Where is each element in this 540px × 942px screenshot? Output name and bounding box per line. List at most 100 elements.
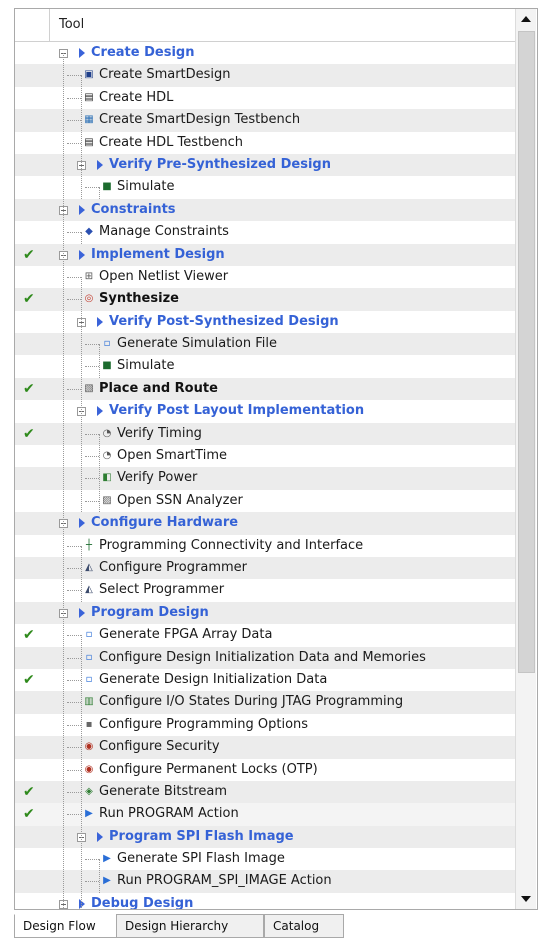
tree-item-generate-spi-flash-image[interactable]: ▶ Generate SPI Flash Image: [15, 848, 515, 870]
tree-label: Verify Post Layout Implementation: [109, 403, 365, 419]
simulate-icon: ■: [102, 360, 112, 372]
tree-connector: [67, 657, 81, 659]
tree-group-verify-post-synthesized-design[interactable]: Verify Post-Synthesized Design: [15, 311, 515, 333]
tree-label: Debug Design: [91, 895, 194, 910]
scroll-up-button[interactable]: [517, 10, 535, 28]
tree-item-verify-timing[interactable]: ✔ ◔ Verify Timing: [15, 422, 515, 446]
tree-label: Simulate: [117, 358, 175, 374]
ssn-icon: ▨: [102, 494, 112, 506]
tree-guide-line: [81, 277, 82, 513]
smartdesign-icon: ▣: [84, 69, 94, 81]
tree-item-synthesize[interactable]: ✔ ◎ Synthesize: [15, 288, 515, 311]
tree-label: Implement Design: [91, 246, 225, 262]
tree-item-open-ssn-analyzer[interactable]: ▨ Open SSN Analyzer: [15, 490, 515, 512]
tree-connector: [67, 75, 81, 77]
timing-icon: ◔: [102, 427, 112, 439]
scroll-thumb[interactable]: [518, 31, 535, 673]
tree-group-verify-post-layout-implementation[interactable]: Verify Post Layout Implementation: [15, 400, 515, 422]
tree-label: Create HDL Testbench: [99, 134, 243, 150]
tree-item-run-program-action[interactable]: ✔ ▶ Run PROGRAM Action: [15, 803, 515, 826]
group-arrow-icon: [79, 518, 85, 529]
tree-connector: [67, 142, 81, 144]
tree-item-verify-power[interactable]: ◧ Verify Power: [15, 467, 515, 490]
tree-item-place-and-route[interactable]: ✔ ▧ Place and Route: [15, 377, 515, 401]
tree-item-configure-security[interactable]: ◉ Configure Security: [15, 736, 515, 759]
tree-label: Open Netlist Viewer: [99, 268, 229, 284]
tree-guide-line: [99, 433, 100, 513]
tree-group-create-design[interactable]: Create Design: [15, 42, 515, 64]
tree-item-programming-connectivity-and-interface[interactable]: ┼ Programming Connectivity and Interface: [15, 535, 515, 557]
run-action-icon: ▶: [103, 875, 111, 887]
tree-item-configure-permanent-locks-otp[interactable]: ◉ Configure Permanent Locks (OTP): [15, 759, 515, 781]
tree-group-constraints[interactable]: Constraints: [15, 198, 515, 222]
tree-guide-line: [63, 53, 64, 909]
tree-item-simulate[interactable]: ■ Simulate: [15, 355, 515, 377]
tree-label: Generate Bitstream: [99, 783, 228, 799]
group-arrow-icon: [79, 249, 85, 260]
bitstream-icon: ◈: [85, 785, 93, 797]
tree-label: Verify Timing: [117, 425, 202, 441]
tree-item-generate-fpga-array-data[interactable]: ✔ ▫ Generate FPGA Array Data: [15, 624, 515, 646]
generate-file-icon: ▫: [85, 651, 93, 663]
status-check-icon: ✔: [23, 425, 35, 442]
tree-item-select-programmer[interactable]: ◭ Select Programmer: [15, 579, 515, 601]
tree-connector: [67, 120, 81, 122]
tree-label: Generate FPGA Array Data: [99, 627, 273, 643]
tree-item-create-hdl-testbench[interactable]: ▤ Create HDL Testbench: [15, 132, 515, 154]
tab-catalog[interactable]: Catalog: [264, 914, 344, 938]
group-arrow-icon: [79, 48, 85, 58]
tree-group-debug-design[interactable]: Debug Design: [15, 893, 515, 910]
tree-label: Configure Hardware: [91, 515, 239, 531]
tree-guide-line: [81, 232, 82, 244]
tree-item-generate-simulation-file[interactable]: ▫ Generate Simulation File: [15, 333, 515, 356]
tree-item-run-program-spi-image-action[interactable]: ▶ Run PROGRAM_SPI_IMAGE Action: [15, 870, 515, 893]
tree-group-program-spi-flash-image[interactable]: Program SPI Flash Image: [15, 825, 515, 849]
tree-guide-line: [99, 344, 100, 378]
tree-group-verify-pre-synthesized-design[interactable]: Verify Pre-Synthesized Design: [15, 153, 515, 177]
tree-label: Configure Permanent Locks (OTP): [99, 761, 318, 777]
tree-connector: [85, 366, 99, 368]
tree-group-configure-hardware[interactable]: Configure Hardware: [15, 512, 515, 535]
tree-item-simulate[interactable]: ■ Simulate: [15, 176, 515, 198]
vertical-scrollbar[interactable]: [515, 9, 536, 909]
tree-label: Verify Pre-Synthesized Design: [109, 156, 331, 172]
tree-connector: [67, 97, 81, 99]
tree-guide-line: [81, 635, 82, 909]
tree-group-program-design[interactable]: Program Design: [15, 601, 515, 625]
tree-item-manage-constraints[interactable]: ◆ Manage Constraints: [15, 221, 515, 243]
status-column-header[interactable]: [15, 9, 50, 41]
tree-label: Configure Programming Options: [99, 716, 309, 732]
simulate-icon: ■: [102, 181, 112, 193]
generate-file-icon: ▫: [85, 673, 93, 685]
scroll-down-button[interactable]: [517, 890, 535, 908]
connectivity-icon: ┼: [85, 539, 93, 551]
arrow-up-icon: [521, 16, 531, 22]
tree-item-create-smartdesign[interactable]: ▣ Create SmartDesign: [15, 64, 515, 87]
tree-item-configure-programming-options[interactable]: ▪ Configure Programming Options: [15, 714, 515, 736]
tree-label: Run PROGRAM Action: [99, 806, 239, 822]
tree-guide-line: [99, 187, 100, 199]
tree-label: Generate Simulation File: [117, 336, 277, 352]
status-check-icon: ✔: [23, 380, 35, 397]
tree-label: Configure Security: [99, 739, 220, 755]
tree-label: Create HDL: [99, 89, 174, 105]
tree-label: Place and Route: [99, 380, 218, 396]
tree-item-configure-programmer[interactable]: ◭ Configure Programmer: [15, 556, 515, 580]
tool-column-header[interactable]: Tool: [59, 17, 84, 32]
tab-design-flow[interactable]: Design Flow: [14, 914, 118, 938]
tree-item-generate-design-initialization-data[interactable]: ✔ ▫ Generate Design Initialization Data: [15, 669, 515, 691]
tree-item-configure-i-o-states-during-jtag-programming[interactable]: ▥ Configure I/O States During JTAG Progra…: [15, 691, 515, 714]
tree-label: Program SPI Flash Image: [109, 828, 294, 844]
tree-item-generate-bitstream[interactable]: ✔ ◈ Generate Bitstream: [15, 780, 515, 804]
tree-item-create-hdl[interactable]: ▤ Create HDL: [15, 87, 515, 109]
tree-group-implement-design[interactable]: ✔ Implement Design: [15, 243, 515, 266]
tree-item-create-smartdesign-testbench[interactable]: ▦ Create SmartDesign Testbench: [15, 109, 515, 132]
tree-item-configure-design-initialization-data-and-memories[interactable]: ▫ Configure Design Initialization Data an…: [15, 646, 515, 669]
tree-label: Create SmartDesign: [99, 67, 231, 83]
tab-design-hierarchy[interactable]: Design Hierarchy: [116, 914, 264, 938]
tree-item-open-netlist-viewer[interactable]: ⊞ Open Netlist Viewer: [15, 266, 515, 288]
group-arrow-icon: [97, 316, 103, 327]
tree-item-open-smarttime[interactable]: ◔ Open SmartTime: [15, 445, 515, 467]
tree-label: Verify Power: [117, 470, 198, 486]
tree-connector: [67, 590, 81, 592]
